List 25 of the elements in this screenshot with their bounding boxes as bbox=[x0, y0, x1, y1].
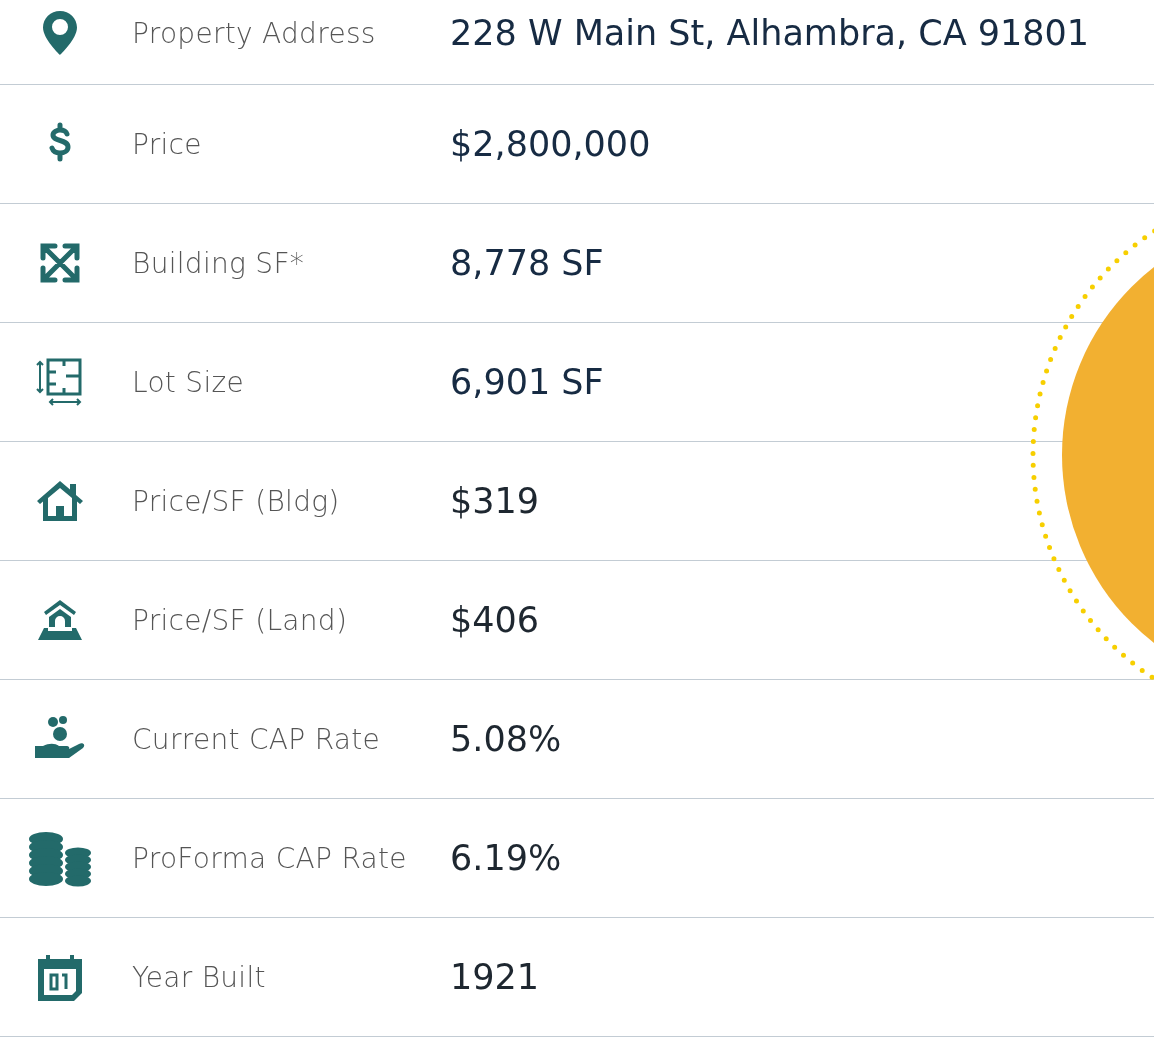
field-value: 5.08% bbox=[450, 719, 563, 759]
field-label: Year Built bbox=[131, 960, 267, 994]
house-icon bbox=[37, 481, 83, 521]
field-label: Current CAP Rate bbox=[131, 722, 382, 756]
field-value: $2,800,000 bbox=[450, 124, 652, 164]
coin-stacks-icon bbox=[28, 829, 92, 887]
field-value: 6.19% bbox=[450, 838, 563, 878]
field-value: 8,778 SF bbox=[450, 243, 605, 283]
field-value: 228 W Main St, Alhambra, CA 91801 bbox=[450, 13, 1091, 53]
house-on-land-icon bbox=[38, 600, 82, 640]
expand-arrows-icon bbox=[39, 242, 81, 284]
field-label: ProForma CAP Rate bbox=[131, 841, 408, 875]
calendar-icon bbox=[36, 953, 84, 1001]
field-label: Price/SF (Bldg) bbox=[131, 484, 341, 518]
floor-plan-icon bbox=[36, 358, 84, 406]
field-value: 6,901 SF bbox=[450, 362, 605, 402]
field-label: Building SF* bbox=[131, 246, 306, 280]
field-label: Property Address bbox=[131, 16, 377, 50]
field-value: $319 bbox=[450, 481, 541, 521]
map-pin-icon bbox=[43, 11, 77, 55]
field-label: Lot Size bbox=[131, 365, 245, 399]
field-label: Price/SF (Land) bbox=[131, 603, 349, 637]
field-label: Price bbox=[131, 127, 203, 161]
field-value: $406 bbox=[450, 600, 541, 640]
field-value: 1921 bbox=[450, 957, 541, 997]
